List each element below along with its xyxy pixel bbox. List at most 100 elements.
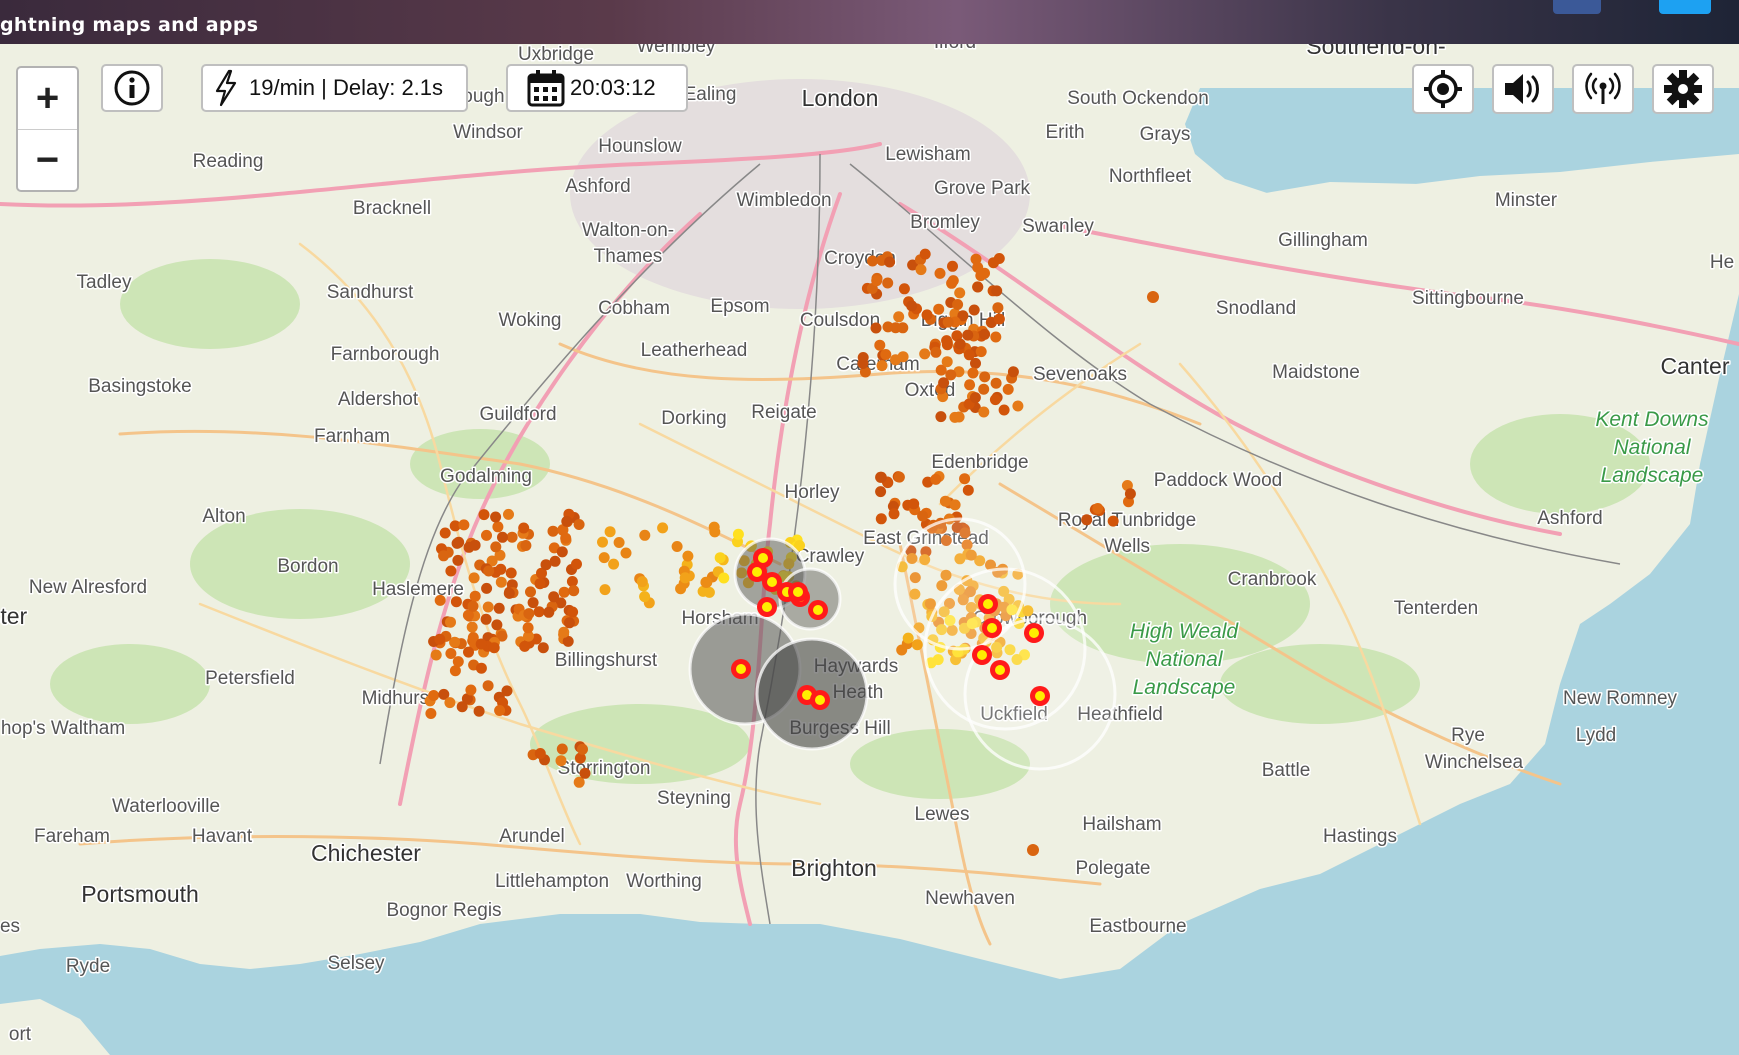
strike-dot [657, 522, 669, 534]
place-label: Leatherhead [641, 340, 748, 361]
place-label: South Ockendon [1067, 88, 1209, 109]
strike-dot [534, 748, 546, 759]
strike-dot [991, 285, 1003, 297]
strike-dot [525, 586, 536, 598]
lightning-bolt-icon [215, 69, 237, 107]
place-label: Littlehampton [495, 871, 609, 892]
place-label: Horley [785, 482, 840, 503]
strike-rate-display[interactable]: 19/min | Delay: 2.1s [201, 64, 468, 112]
strike-dot [975, 346, 987, 358]
recent-strike-core [758, 553, 768, 563]
strike-dot [555, 755, 567, 767]
twitter-icon[interactable] [1659, 0, 1711, 14]
place-label: Storrington [558, 758, 651, 779]
place-label: hop's Waltham [1, 718, 125, 739]
locate-button[interactable] [1412, 64, 1474, 114]
strike-dot [949, 411, 961, 423]
place-label: Southend-on- [1306, 44, 1445, 59]
strike-dot [679, 572, 691, 584]
strike-dot [990, 331, 1002, 343]
strike-dot [906, 300, 918, 312]
strike-dot [494, 705, 506, 716]
strike-dot [919, 348, 931, 360]
place-label: New Alresford [29, 577, 147, 598]
strike-dot [491, 619, 503, 631]
strike-dot [480, 613, 492, 625]
strike-dot [701, 576, 713, 588]
strike-dot [867, 255, 878, 267]
settings-button[interactable] [1652, 64, 1714, 114]
strike-dot [934, 267, 946, 279]
strike-dot [573, 776, 585, 788]
lightning-map[interactable]: Southend-on- Wembley Uxbridge Ilford London S… [0, 44, 1739, 1055]
place-label: Bracknell [353, 198, 431, 219]
recent-strike-core [995, 665, 1005, 675]
info-button[interactable] [101, 64, 163, 112]
map-canvas[interactable]: Southend-on- Wembley Uxbridge Ilford London S… [0, 44, 1739, 1055]
strike-dot [534, 578, 546, 590]
strike-dot [573, 519, 585, 530]
strike-dot [917, 510, 929, 522]
strike-dot [882, 321, 894, 333]
strike-dot [503, 508, 514, 520]
place-label: Godalming [440, 466, 532, 487]
time-display[interactable]: 20:03:12 [506, 64, 688, 112]
place-label: Steyning [657, 788, 731, 809]
place-label: Epsom [710, 296, 769, 317]
strike-dot [519, 640, 531, 652]
strike-dot [880, 349, 892, 360]
stations-button[interactable] [1572, 64, 1634, 114]
strike-dot [566, 576, 578, 587]
strike-dot [871, 275, 883, 287]
recent-strike-core [1029, 628, 1039, 638]
strike-dot [571, 558, 582, 570]
strike-dot [888, 508, 900, 520]
facebook-icon[interactable] [1553, 0, 1601, 14]
strike-dot [946, 277, 958, 289]
strike-dot [911, 639, 923, 651]
strike-dot [978, 406, 990, 418]
strike-dot [875, 513, 887, 525]
strike-dot [548, 591, 560, 603]
place-label: Bordon [277, 556, 338, 577]
antenna-icon [1585, 72, 1621, 104]
place-label: Bognor Regis [386, 900, 501, 921]
strike-dot [482, 601, 494, 613]
strike-dot [568, 585, 580, 597]
strike-dot [1124, 488, 1136, 500]
place-label: Snodland [1216, 298, 1296, 319]
strike-dot [473, 705, 485, 717]
strike-dot [897, 351, 909, 363]
place-label: Sevenoaks [1033, 364, 1127, 385]
recent-strike-core [793, 587, 803, 597]
place-label: Swanley [1022, 216, 1094, 237]
strike-dot [438, 550, 450, 562]
place-label: Reigate [751, 402, 817, 423]
strike-dot [449, 665, 461, 677]
place-label: Farnham [314, 426, 390, 447]
strike-dot [732, 528, 744, 540]
strike-dot [893, 311, 905, 323]
strike-dot [613, 537, 625, 548]
place-label: Polegate [1075, 858, 1150, 879]
strike-dot [549, 555, 561, 567]
place-label: Tenterden [1394, 598, 1479, 619]
strike-dot [1147, 291, 1159, 303]
park-label: National [1145, 648, 1223, 671]
crosshair-icon [1424, 70, 1462, 108]
place-label: Billingshurst [555, 650, 658, 671]
place-label: Newhaven [925, 888, 1015, 909]
place-label: Ryde [66, 956, 110, 977]
strike-dot [481, 582, 493, 594]
strike-dot [962, 329, 974, 341]
sound-button[interactable] [1492, 64, 1554, 114]
zoom-control: + − [16, 66, 79, 192]
strike-dot [954, 338, 966, 350]
zoom-in-button[interactable]: + [18, 68, 77, 130]
strike-dot [988, 257, 999, 269]
strike-dot [522, 622, 534, 634]
place-label: Alton [202, 506, 245, 527]
zoom-out-button[interactable]: − [18, 130, 77, 191]
strike-dot [543, 606, 555, 618]
strike-dot [430, 649, 442, 661]
